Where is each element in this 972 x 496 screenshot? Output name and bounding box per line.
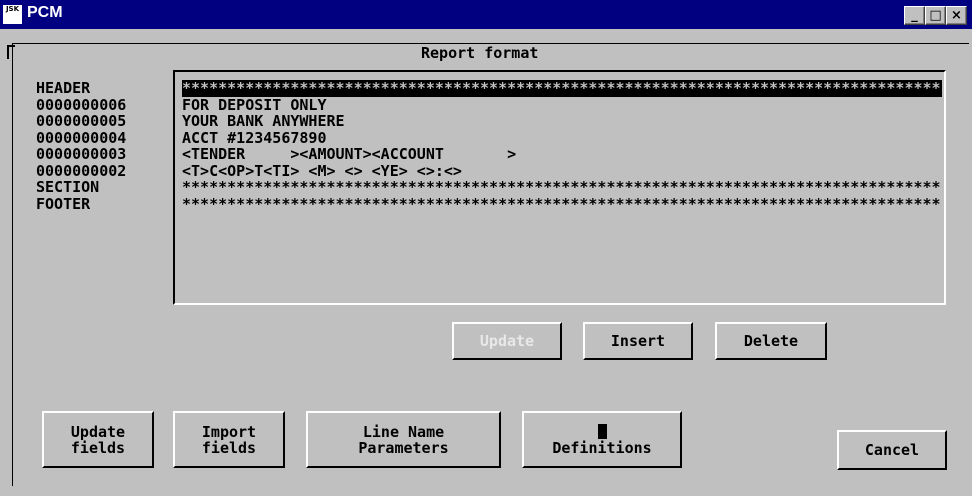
report-line[interactable]: YOUR BANK ANYWHERE [182,113,942,130]
import-fields-label-2: fields [201,438,257,457]
insert-button[interactable]: Insert [583,322,693,360]
minimize-button[interactable]: _ [904,6,925,25]
update-fields-button[interactable]: Update fields [42,411,154,468]
import-fields-label-1: Import [201,422,257,441]
group-title: Report format [415,44,545,62]
definitions-label: Definitions [552,438,652,457]
cancel-button[interactable]: Cancel [837,430,947,470]
update-fields-label-1: Update [70,422,126,441]
line-label: 0000000005 [36,112,127,130]
line-labels: HEADER 0000000006 0000000005 0000000004 … [36,80,166,212]
line-label: HEADER [36,79,91,97]
report-line[interactable]: <T>C<OP>T<TI> <M> <> <YE> <>:<> [182,163,942,180]
line-label: 0000000004 [36,128,127,147]
title-bar[interactable]: JSK PCM _ □ × [0,0,972,29]
cancel-button-label: Cancel [864,441,920,459]
report-line[interactable]: FOR DEPOSIT ONLY [182,97,942,114]
update-button-label: Update [479,332,535,350]
report-line[interactable]: ****************************************… [182,196,942,213]
report-line[interactable]: <TENDER ><AMOUNT><ACCOUNT > [182,146,942,163]
update-fields-label-2: fields [70,438,126,457]
update-button[interactable]: Update [452,322,562,360]
report-format-list[interactable]: ****************************************… [173,70,946,305]
line-label: FOOTER [36,194,91,213]
report-line[interactable]: ****************************************… [182,179,942,196]
report-line-selected[interactable]: ****************************************… [182,80,942,97]
insert-button-label: Insert [610,332,666,350]
maximize-button[interactable]: □ [925,6,946,25]
group-frame-corner [7,45,15,59]
line-label: SECTION [36,178,100,196]
delete-button-label: Delete [743,332,799,350]
parameters-label: Parameters [358,438,449,457]
line-label: 0000000002 [36,161,127,180]
report-line[interactable]: ACCT #1234567890 [182,130,942,147]
line-label: 0000000003 [36,145,127,163]
delete-button[interactable]: Delete [715,322,827,360]
text-cursor-icon [597,423,607,439]
import-fields-button[interactable]: Import fields [173,411,285,468]
definitions-button[interactable]: Definitions [522,411,682,468]
line-label: 0000000006 [36,95,127,114]
line-name-parameters-button[interactable]: Line Name Parameters [306,411,501,468]
report-lines: ****************************************… [182,80,942,212]
app-icon: JSK [3,5,22,24]
close-button[interactable]: × [946,6,967,25]
line-name-label: Line Name [362,422,445,441]
window-title: PCM [27,4,63,21]
